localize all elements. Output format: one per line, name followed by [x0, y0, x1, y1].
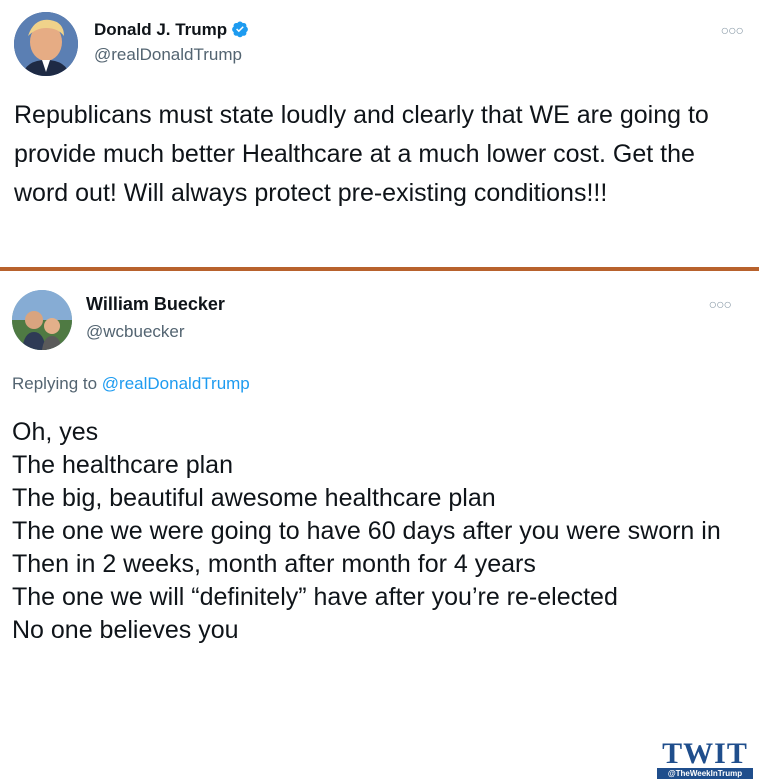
tweet-line: Then in 2 weeks, month after month for 4…	[12, 550, 536, 578]
more-options-icon[interactable]: ○○○	[721, 22, 744, 38]
watermark-title: TWIT	[662, 737, 748, 770]
tweet-text: Oh, yes The healthcare plan The big, bea…	[12, 416, 732, 647]
profile-photo-icon	[14, 12, 78, 76]
tweet-line: The one we will “definitely” have after …	[12, 583, 618, 611]
profile-photo-icon	[12, 290, 72, 350]
replying-to-prefix: Replying to	[12, 374, 98, 393]
tweet-line: The one we were going to have 60 days af…	[12, 517, 721, 545]
more-options-icon[interactable]: ○○○	[709, 296, 732, 312]
replying-to: Replying to @realDonaldTrump	[12, 374, 250, 394]
tweet-text: Republicans must state loudly and clearl…	[14, 101, 709, 207]
avatar[interactable]	[14, 12, 78, 76]
tweet-line: No one believes you	[12, 616, 239, 644]
avatar[interactable]	[12, 290, 72, 350]
twit-watermark: TWIT @TheWeekInTrump	[657, 737, 753, 779]
handle[interactable]: @realDonaldTrump	[94, 45, 242, 65]
original-tweet: Donald J. Trump @realDonaldTrump ○○○ Rep…	[0, 0, 759, 268]
watermark-subtitle: @TheWeekInTrump	[657, 768, 753, 779]
display-name-text[interactable]: Donald J. Trump	[94, 20, 227, 39]
handle[interactable]: @wcbuecker	[86, 322, 185, 342]
display-name[interactable]: William Buecker	[86, 294, 225, 315]
tweet-line: The big, beautiful awesome healthcare pl…	[12, 484, 496, 512]
verified-badge-icon	[231, 20, 249, 38]
reply-tweet: William Buecker @wcbuecker ○○○ Replying …	[0, 272, 759, 783]
display-name[interactable]: Donald J. Trump	[94, 20, 249, 40]
tweet-line: Oh, yes	[12, 418, 99, 446]
divider	[0, 267, 759, 271]
replying-to-link[interactable]: @realDonaldTrump	[102, 374, 250, 393]
tweet-line: The healthcare plan	[12, 451, 233, 479]
